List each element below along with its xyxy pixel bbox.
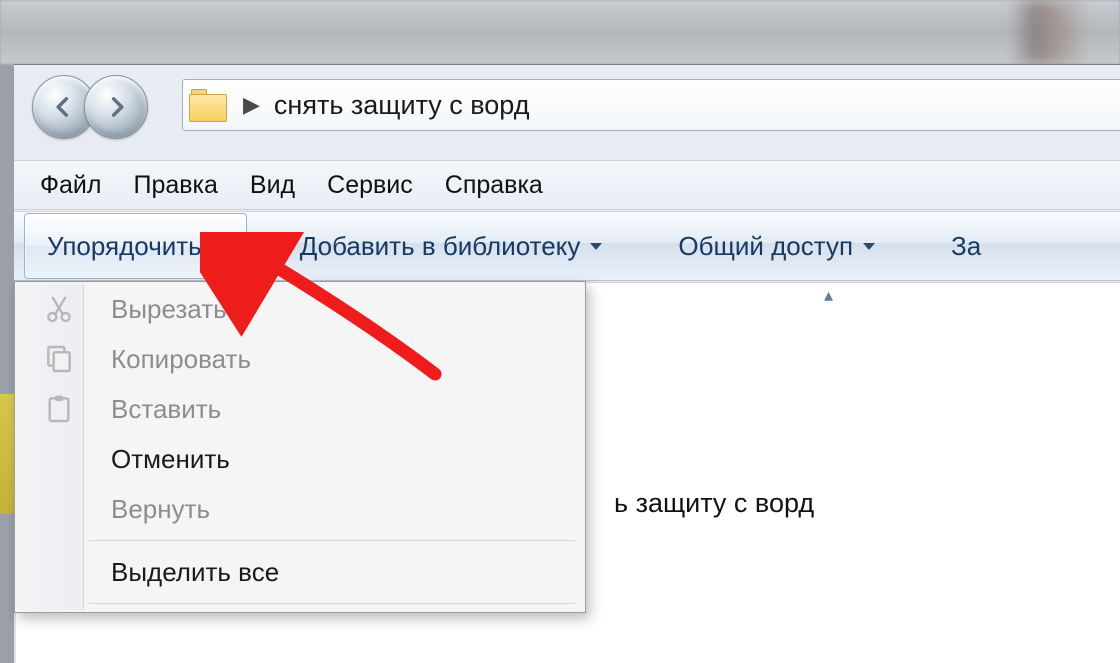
nav-buttons — [32, 73, 162, 143]
paste-icon — [43, 393, 75, 425]
menu-separator — [89, 540, 575, 541]
menu-help[interactable]: Справка — [429, 167, 559, 204]
address-bar[interactable]: ▶ снять защиту с ворд — [182, 79, 1120, 131]
cut-icon — [43, 293, 75, 325]
menu-item-undo[interactable]: Отменить — [17, 434, 583, 484]
nav-row: ▶ снять защиту с ворд — [14, 65, 1120, 151]
arrow-right-icon — [102, 93, 130, 121]
breadcrumb-folder[interactable]: снять защиту с ворд — [274, 90, 530, 121]
burn-label-partial: За — [951, 231, 981, 262]
menu-item-redo-label: Вернуть — [111, 494, 210, 525]
chevron-down-icon — [863, 243, 875, 250]
menu-bar: Файл Правка Вид Сервис Справка — [14, 160, 1120, 210]
add-to-library-label: Добавить в библиотеку — [300, 231, 581, 262]
menu-item-copy[interactable]: Копировать — [17, 334, 583, 384]
file-item-label-partial[interactable]: ь защиту с ворд — [614, 488, 814, 519]
share-label: Общий доступ — [678, 231, 853, 262]
chevron-down-icon — [590, 243, 602, 250]
menu-item-undo-label: Отменить — [111, 444, 230, 475]
menu-item-redo[interactable]: Вернуть — [17, 484, 583, 534]
add-to-library-button[interactable]: Добавить в библиотеку — [277, 213, 626, 279]
menu-item-cut[interactable]: Вырезать — [17, 284, 583, 334]
folder-icon — [189, 89, 227, 121]
organize-button[interactable]: Упорядочить — [24, 213, 247, 279]
menu-item-copy-label: Копировать — [111, 344, 251, 375]
organize-dropdown: Вырезать Копировать Вставить Отменить Ве… — [14, 281, 586, 613]
column-sort-indicator-icon: ▴ — [824, 285, 833, 306]
titlebar-blur — [0, 0, 1120, 64]
share-button[interactable]: Общий доступ — [655, 213, 898, 279]
menu-item-cut-label: Вырезать — [111, 294, 227, 325]
menu-item-select-all[interactable]: Выделить все — [17, 547, 583, 597]
chevron-down-icon — [212, 243, 224, 250]
copy-icon — [43, 343, 75, 375]
forward-button[interactable] — [84, 75, 148, 139]
command-bar: Упорядочить Добавить в библиотеку Общий … — [14, 211, 1120, 281]
menu-item-paste[interactable]: Вставить — [17, 384, 583, 434]
breadcrumb-separator-icon: ▶ — [243, 92, 260, 118]
organize-label: Упорядочить — [47, 231, 202, 262]
arrow-left-icon — [50, 93, 78, 121]
menu-tools[interactable]: Сервис — [311, 167, 429, 204]
menu-view[interactable]: Вид — [234, 167, 311, 204]
menu-item-select-all-label: Выделить все — [111, 557, 279, 588]
burn-button-partial[interactable]: За — [928, 213, 982, 279]
menu-edit[interactable]: Правка — [117, 167, 233, 204]
menu-separator — [89, 603, 575, 604]
left-edge-sliver — [0, 394, 14, 514]
menu-item-paste-label: Вставить — [111, 394, 221, 425]
menu-file[interactable]: Файл — [24, 167, 117, 204]
